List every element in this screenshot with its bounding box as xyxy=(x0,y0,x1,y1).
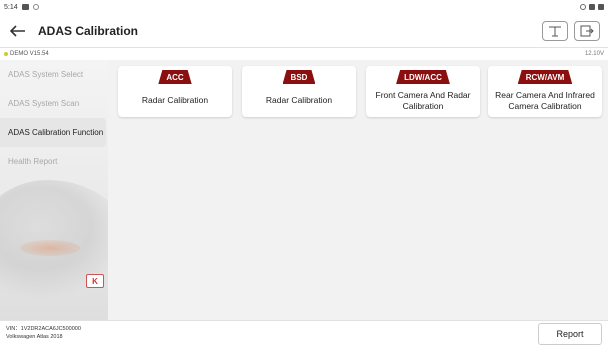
signal-icon xyxy=(32,4,39,10)
card-label: Front Camera And Radar Calibration xyxy=(375,90,471,111)
battery-icon xyxy=(598,4,604,10)
car-light-glow xyxy=(20,240,80,256)
wifi-icon xyxy=(589,4,595,10)
sidebar-item-label: Health Report xyxy=(8,157,58,166)
status-icons xyxy=(580,4,604,10)
sidebar-item-label: ADAS System Scan xyxy=(8,99,80,108)
card-badge: LDW/ACC xyxy=(396,70,450,84)
status-dot-icon xyxy=(4,52,8,56)
vehicle-info: VIN：1V2DR2ACA6JC500000 Volkswagen Atlas … xyxy=(6,326,81,341)
card-ldw-acc-front-camera-radar[interactable]: LDW/ACC Front Camera And Radar Calibrati… xyxy=(366,66,480,117)
sidebar-item-health-report[interactable]: Health Report xyxy=(0,147,108,176)
card-badge: RCW/AVM xyxy=(518,70,573,84)
card-label: Radar Calibration xyxy=(265,95,333,106)
notification-icon xyxy=(21,4,29,10)
header-actions xyxy=(542,20,600,41)
report-button[interactable]: Report xyxy=(538,322,602,345)
card-bsd-radar-calibration[interactable]: BSD Radar Calibration xyxy=(242,66,356,117)
screen: 5:14 ADAS Calibration DEMO V15.54 12.10V xyxy=(0,0,608,346)
status-time: 5:14 xyxy=(4,3,18,11)
card-acc-radar-calibration[interactable]: ACC Radar Calibration xyxy=(118,66,232,117)
card-label: Radar Calibration xyxy=(141,95,209,106)
version-row: DEMO V15.54 12.10V xyxy=(0,48,608,60)
card-badge: ACC xyxy=(158,70,191,84)
page-title: ADAS Calibration xyxy=(38,23,139,38)
sidebar-item-label: ADAS System Select xyxy=(8,70,84,79)
sidebar-item-system-select[interactable]: ADAS System Select xyxy=(0,60,108,89)
card-label: Rear Camera And Infrared Camera Calibrat… xyxy=(495,90,595,111)
location-icon xyxy=(580,4,586,10)
vehicle-model-label: Volkswagen Atlas 2018 xyxy=(6,333,63,340)
main-content: ACC Radar Calibration BSD Radar Calibrat… xyxy=(108,60,608,320)
footer: VIN：1V2DR2ACA6JC500000 Volkswagen Atlas … xyxy=(0,320,608,346)
collapse-sidebar-button[interactable]: K xyxy=(86,274,104,288)
exit-icon xyxy=(580,25,594,36)
sidebar-item-calibration-function[interactable]: ADAS Calibration Function xyxy=(0,118,106,147)
back-arrow-icon[interactable] xyxy=(4,17,32,45)
sidebar-item-system-scan[interactable]: ADAS System Scan xyxy=(0,89,108,118)
exit-button[interactable] xyxy=(574,20,600,41)
version-label: DEMO V15.54 xyxy=(10,51,49,57)
toolbox-icon xyxy=(549,26,561,36)
sidebar-item-label: ADAS Calibration Function xyxy=(8,128,104,137)
sidebar: ADAS System Select ADAS System Scan ADAS… xyxy=(0,60,108,320)
card-badge: BSD xyxy=(283,70,316,84)
status-bar: 5:14 xyxy=(0,0,608,14)
card-rcw-avm-rear-camera-infrared[interactable]: RCW/AVM Rear Camera And Infrared Camera … xyxy=(488,66,602,117)
voltage-label: 12.10V xyxy=(584,51,604,57)
vin-label: VIN：1V2DR2ACA6JC500000 xyxy=(6,326,81,333)
toolbox-button[interactable] xyxy=(542,20,568,41)
app-header: ADAS Calibration xyxy=(0,14,608,48)
